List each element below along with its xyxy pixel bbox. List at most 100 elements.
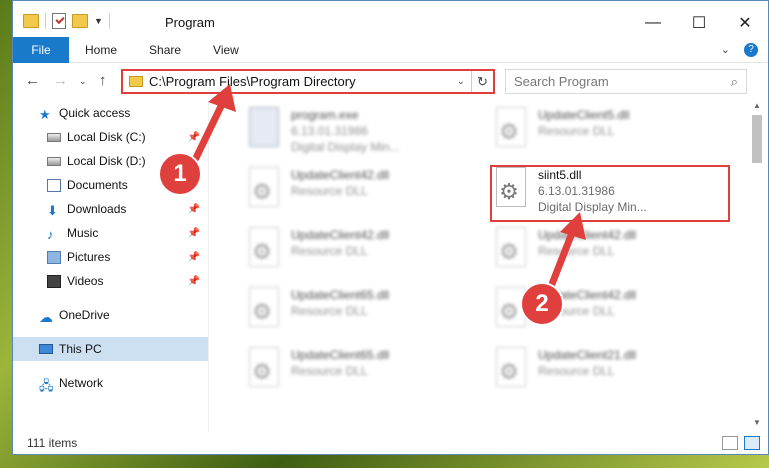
sidebar-item-network[interactable]: 🖧 Network [13, 371, 208, 395]
sidebar-item-label: Documents [67, 178, 128, 192]
file-type: Resource DLL [291, 244, 368, 258]
sidebar-item-label: OneDrive [59, 308, 110, 322]
navigation-pane: ★ Quick access Local Disk (C:) 📌 Local D… [13, 101, 209, 432]
file-type: Resource DLL [538, 124, 615, 138]
step-2-badge: 2 [520, 282, 564, 326]
quick-access-toolbar: ▼ [23, 13, 110, 29]
pictures-icon [47, 250, 61, 264]
file-item[interactable]: ⚙ UpdateClient42.dll Resource DLL [243, 223, 473, 281]
pin-icon[interactable]: 📌 [188, 252, 200, 263]
exe-file-icon [243, 107, 283, 153]
recent-locations-chevron-icon[interactable]: ⌄ [79, 76, 87, 87]
sidebar-item-label: This PC [59, 342, 102, 356]
file-item[interactable]: ⚙ UpdateClient42.dll Resource DLL [490, 223, 720, 281]
back-arrow-icon[interactable]: ← [25, 72, 40, 89]
properties-icon[interactable] [52, 13, 66, 29]
file-type: Resource DLL [538, 364, 615, 378]
sidebar-item-pictures[interactable]: Pictures 📌 [13, 245, 208, 269]
sidebar-item-label: Network [59, 376, 104, 390]
sidebar-item-label: Pictures [67, 250, 111, 264]
sidebar-item-videos[interactable]: Videos 📌 [13, 269, 208, 293]
folder-icon [129, 76, 143, 87]
star-icon: ★ [39, 106, 51, 122]
dll-file-icon: ⚙ [243, 167, 283, 213]
details-view-icon[interactable] [722, 436, 738, 450]
pin-icon[interactable]: 📌 [188, 276, 200, 287]
tab-home[interactable]: Home [69, 37, 133, 63]
file-item[interactable]: program.exe 6.13.01.31986 Digital Displa… [243, 103, 473, 161]
sidebar-item-label: Local Disk (C:) [67, 130, 146, 144]
file-type: Resource DLL [291, 184, 368, 198]
up-arrow-icon[interactable]: ↑ [99, 72, 107, 89]
file-name: UpdateClient65.dll [291, 288, 390, 302]
file-name: UpdateClient65.dll [291, 348, 390, 362]
sidebar-item-label: Downloads [67, 202, 127, 216]
scroll-up-arrow-icon[interactable]: ▲ [750, 101, 764, 115]
tab-file[interactable]: File [13, 36, 69, 63]
sidebar-item-onedrive[interactable]: ☁ OneDrive [13, 303, 208, 327]
sidebar-item-music[interactable]: ♪ Music 📌 [13, 221, 208, 245]
file-type: Resource DLL [291, 304, 368, 318]
pin-icon[interactable]: 📌 [188, 204, 200, 215]
file-item[interactable]: ⚙ UpdateClient65.dll Resource DLL [243, 283, 473, 341]
file-name: program.exe [291, 108, 359, 122]
documents-icon [47, 178, 61, 192]
new-folder-icon[interactable] [72, 14, 88, 28]
sidebar-item-local-disk-c[interactable]: Local Disk (C:) 📌 [13, 125, 208, 149]
file-version: 6.13.01.31986 [291, 124, 368, 138]
dll-file-icon: ⚙ [243, 227, 283, 273]
sidebar-item-downloads[interactable]: ⬇ Downloads 📌 [13, 197, 208, 221]
file-list: program.exe 6.13.01.31986 Digital Displa… [223, 101, 744, 432]
sidebar-item-this-pc[interactable]: This PC [13, 337, 208, 361]
address-row: ← → ⌄ ↑ C:\Program Files\Program Directo… [13, 67, 768, 97]
item-count: 111 items [27, 436, 78, 450]
sidebar-item-label: Music [67, 226, 99, 240]
address-bar[interactable]: C:\Program Files\Program Directory ⌄ ↻ [121, 69, 495, 94]
large-icons-view-icon[interactable] [744, 436, 760, 450]
explorer-window: ▼ Program — ☐ ✕ File Home Share View ⌄ ?… [12, 0, 769, 455]
music-icon: ♪ [47, 226, 54, 242]
sidebar-item-quick-access[interactable]: ★ Quick access [13, 101, 208, 125]
search-input[interactable]: Search Program ⌕ [505, 69, 747, 94]
file-name: UpdateClient21.dll [538, 348, 637, 362]
file-item[interactable]: ⚙ UpdateClient5.dll Resource DLL [490, 103, 720, 161]
ribbon-right: ⌄ ? [721, 42, 768, 57]
pin-icon[interactable]: 📌 [188, 228, 200, 239]
tab-view[interactable]: View [197, 37, 255, 63]
file-item[interactable]: ⚙ UpdateClient21.dll Resource DLL [490, 343, 720, 401]
sidebar-item-label: Local Disk (D:) [67, 154, 146, 168]
dll-file-icon: ⚙ [490, 347, 530, 393]
forward-arrow-icon[interactable]: → [53, 72, 68, 89]
file-item[interactable]: ⚙ UpdateClient42.dll Resource DLL [243, 163, 473, 221]
address-path[interactable]: C:\Program Files\Program Directory [149, 74, 457, 89]
refresh-icon[interactable]: ↻ [471, 71, 493, 92]
scrollbar-thumb[interactable] [752, 115, 762, 163]
view-switcher [722, 436, 760, 450]
vertical-scrollbar[interactable]: ▲ ▼ [750, 101, 764, 432]
file-item[interactable]: ⚙ UpdateClient65.dll Resource DLL [243, 343, 473, 401]
ribbon-tabs: File Home Share View ⌄ ? [13, 36, 768, 63]
file-name: UpdateClient42.dll [291, 228, 390, 242]
scroll-down-arrow-icon[interactable]: ▼ [750, 418, 764, 432]
dll-file-icon: ⚙ [490, 107, 530, 153]
file-type: Resource DLL [291, 364, 368, 378]
pin-icon[interactable]: 📌 [188, 132, 200, 143]
file-name: UpdateClient42.dll [538, 228, 637, 242]
expand-ribbon-chevron-icon[interactable]: ⌄ [721, 43, 730, 56]
address-dropdown-chevron-icon[interactable]: ⌄ [457, 76, 465, 87]
file-type: Resource DLL [538, 244, 615, 258]
file-name: UpdateClient5.dll [538, 108, 630, 122]
downloads-icon: ⬇ [47, 202, 58, 218]
help-icon[interactable]: ? [744, 42, 758, 57]
dll-file-icon: ⚙ [490, 227, 530, 273]
step-1-badge: 1 [158, 152, 202, 196]
tab-share[interactable]: Share [133, 37, 197, 63]
cloud-icon: ☁ [39, 308, 53, 325]
toolbar-divider [45, 13, 46, 29]
customize-toolbar-chevron-icon[interactable]: ▼ [94, 16, 103, 26]
pc-icon [39, 344, 53, 354]
dll-file-icon: ⚙ [243, 347, 283, 393]
